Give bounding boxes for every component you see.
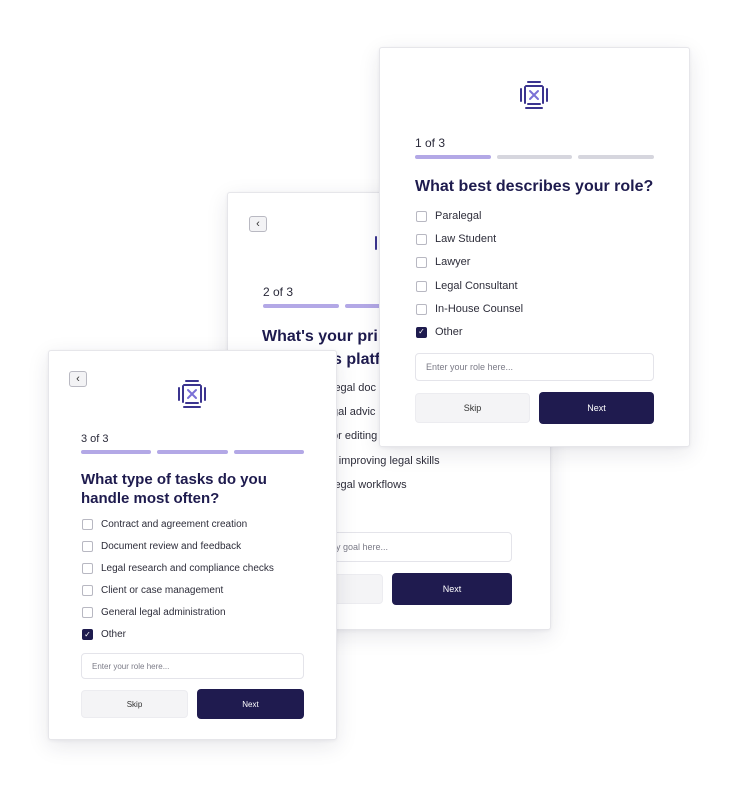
onboarding-card-step-1: 1 of 3 What best describes your role? Pa… <box>379 47 690 447</box>
option-document-review[interactable]: Document review and feedback <box>82 541 241 552</box>
option-item[interactable]: r improving legal skills <box>332 455 440 467</box>
option-lawyer[interactable]: Lawyer <box>416 256 470 268</box>
onboarding-card-step-3: ‹ 3 of 3 What type of tasks do you handl… <box>48 350 337 740</box>
question-title-line1: What type of tasks do you <box>81 471 267 488</box>
option-item[interactable]: or editing <box>332 430 377 442</box>
checkbox[interactable] <box>416 210 427 222</box>
question-title: What best describes your role? <box>415 178 654 195</box>
checkbox-checked[interactable]: ✓ <box>416 326 427 338</box>
skip-button[interactable]: Skip <box>415 393 530 423</box>
checkbox[interactable] <box>82 585 93 596</box>
checkbox[interactable] <box>416 280 427 292</box>
option-other[interactable]: ✓ Other <box>416 326 463 338</box>
step-indicator: 1 of 3 <box>415 136 446 150</box>
chevron-left-icon: ‹ <box>256 217 260 230</box>
progress-bar <box>415 155 655 159</box>
step-indicator: 2 of 3 <box>263 285 294 299</box>
next-button[interactable]: Next <box>392 573 512 605</box>
back-button[interactable]: ‹ <box>249 216 267 232</box>
option-item[interactable]: legal workflows <box>332 479 407 491</box>
checkbox-checked[interactable]: ✓ <box>82 629 93 640</box>
option-legal-research[interactable]: Legal research and compliance checks <box>82 563 274 574</box>
checkbox[interactable] <box>82 607 93 618</box>
goal-input[interactable]: nary goal here... <box>312 532 512 562</box>
next-button[interactable]: Next <box>539 392 654 424</box>
step-indicator: 3 of 3 <box>81 433 109 445</box>
progress-segment <box>496 155 573 159</box>
question-title-line2: s platf <box>333 351 381 368</box>
option-client-management[interactable]: Client or case management <box>82 585 223 596</box>
progress-segment <box>157 450 228 454</box>
checkmark-icon: ✓ <box>418 327 425 336</box>
option-item[interactable]: legal doc <box>332 382 376 394</box>
option-contract-creation[interactable]: Contract and agreement creation <box>82 519 247 530</box>
option-in-house-counsel[interactable]: In-House Counsel <box>416 303 523 315</box>
option-paralegal[interactable]: Paralegal <box>416 210 481 222</box>
back-button[interactable]: ‹ <box>69 371 87 387</box>
next-button[interactable]: Next <box>197 689 304 719</box>
progress-segment <box>81 450 152 454</box>
option-item[interactable]: gal advic <box>332 406 375 418</box>
progress-segment <box>263 304 339 308</box>
checkbox[interactable] <box>416 233 427 245</box>
option-general-administration[interactable]: General legal administration <box>82 607 226 618</box>
checkbox[interactable] <box>82 541 93 552</box>
role-input[interactable]: Enter your role here... <box>415 353 654 381</box>
question-title-line1: What's your pri <box>262 328 378 345</box>
checkbox[interactable] <box>82 519 93 530</box>
progress-bar <box>81 450 304 454</box>
option-other[interactable]: ✓ Other <box>82 629 126 640</box>
skip-button[interactable]: Skip <box>81 690 188 718</box>
question-title-line2: handle most often? <box>81 490 220 507</box>
brand-logo-icon <box>520 81 548 109</box>
brand-logo-icon <box>178 380 206 408</box>
role-input[interactable]: Enter your role here... <box>81 653 304 679</box>
checkmark-icon: ✓ <box>84 629 91 639</box>
checkbox[interactable] <box>416 303 427 315</box>
option-legal-consultant[interactable]: Legal Consultant <box>416 280 518 292</box>
checkbox[interactable] <box>416 256 427 268</box>
chevron-left-icon: ‹ <box>76 372 80 385</box>
option-law-student[interactable]: Law Student <box>416 233 496 245</box>
progress-segment <box>233 450 304 454</box>
progress-segment <box>578 155 655 159</box>
progress-segment <box>415 155 491 159</box>
checkbox[interactable] <box>82 563 93 574</box>
